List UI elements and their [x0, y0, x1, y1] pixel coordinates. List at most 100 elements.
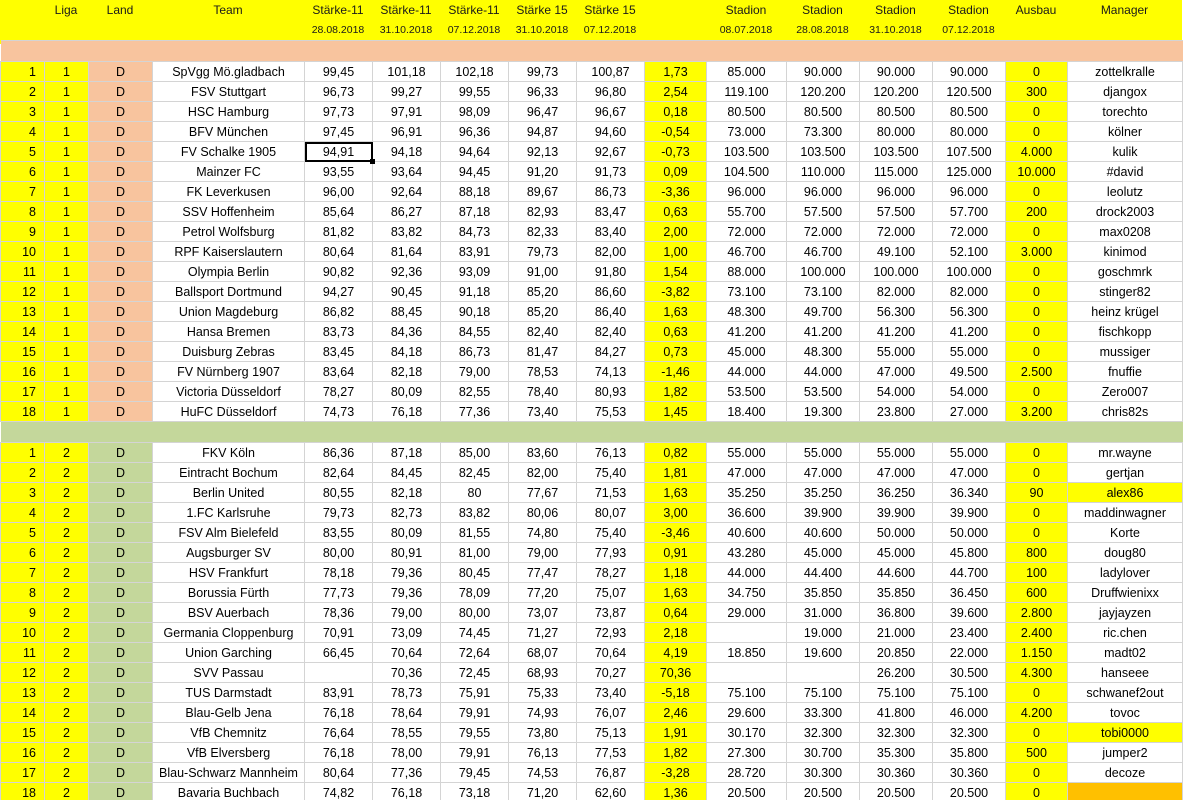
cell-s15a[interactable]: 89,67 [508, 181, 577, 202]
cell-std[interactable]: 35.800 [932, 742, 1006, 763]
cell-ausbau[interactable]: 600 [1005, 582, 1068, 603]
cell-s11b[interactable]: 78,73 [372, 682, 441, 703]
cell-std[interactable]: 72.000 [932, 221, 1006, 242]
cell-liga[interactable]: 1 [44, 401, 89, 422]
cell-stb[interactable]: 55.000 [786, 442, 860, 463]
cell-std[interactable]: 50.000 [932, 522, 1006, 543]
cell-s15b[interactable]: 94,60 [576, 121, 645, 142]
cell-liga[interactable]: 1 [44, 341, 89, 362]
cell-stb[interactable]: 32.300 [786, 722, 860, 743]
cell-liga[interactable]: 1 [44, 361, 89, 382]
cell-rank[interactable]: 2 [0, 81, 45, 102]
cell-s15b[interactable]: 91,73 [576, 161, 645, 182]
cell-s11b[interactable]: 79,36 [372, 562, 441, 583]
cell-land[interactable]: D [88, 61, 153, 82]
cell-sta[interactable]: 29.600 [706, 702, 787, 723]
cell-liga[interactable]: 1 [44, 181, 89, 202]
cell-land[interactable]: D [88, 381, 153, 402]
cell-stb[interactable]: 120.200 [786, 81, 860, 102]
cell-stb[interactable]: 35.850 [786, 582, 860, 603]
cell-s11b[interactable]: 93,64 [372, 161, 441, 182]
cell-stb[interactable]: 41.200 [786, 321, 860, 342]
cell-stb[interactable]: 75.100 [786, 682, 860, 703]
cell-stc[interactable]: 96.000 [859, 181, 933, 202]
cell-s11c[interactable]: 99,55 [440, 81, 509, 102]
cell-liga[interactable]: 1 [44, 281, 89, 302]
cell-sta[interactable]: 75.100 [706, 682, 787, 703]
cell-rank[interactable]: 5 [0, 141, 45, 162]
cell-s15b[interactable]: 86,40 [576, 301, 645, 322]
cell-s11c[interactable]: 84,73 [440, 221, 509, 242]
cell-liga[interactable]: 1 [44, 81, 89, 102]
cell-manager[interactable]: tobi0000 [1067, 722, 1183, 743]
cell-team[interactable]: Union Magdeburg [152, 301, 305, 322]
cell-std[interactable]: 100.000 [932, 261, 1006, 282]
cell-diff[interactable]: -0,54 [644, 121, 707, 142]
cell-s11b[interactable]: 76,18 [372, 782, 441, 800]
cell-s11c[interactable]: 87,18 [440, 201, 509, 222]
cell-s11a[interactable]: 76,64 [304, 722, 373, 743]
cell-s11c[interactable]: 72,45 [440, 662, 509, 683]
cell-ausbau[interactable]: 2.500 [1005, 361, 1068, 382]
cell-s11b[interactable]: 78,55 [372, 722, 441, 743]
cell-ausbau[interactable]: 200 [1005, 201, 1068, 222]
cell-diff[interactable]: -3,82 [644, 281, 707, 302]
cell-s11b[interactable]: 92,64 [372, 181, 441, 202]
cell-stb[interactable]: 19.600 [786, 642, 860, 663]
cell-liga[interactable]: 1 [44, 101, 89, 122]
cell-stb[interactable]: 30.300 [786, 762, 860, 783]
cell-stc[interactable]: 26.200 [859, 662, 933, 683]
cell-std[interactable]: 49.500 [932, 361, 1006, 382]
cell-sta[interactable]: 35.250 [706, 482, 787, 503]
cell-team[interactable]: FK Leverkusen [152, 181, 305, 202]
cell-ausbau[interactable]: 0 [1005, 261, 1068, 282]
cell-manager[interactable]: tovoc [1067, 702, 1183, 723]
cell-team[interactable]: Berlin United [152, 482, 305, 503]
cell-ausbau[interactable]: 0 [1005, 321, 1068, 342]
cell-s15a[interactable]: 77,20 [508, 582, 577, 603]
cell-s11c[interactable]: 81,00 [440, 542, 509, 563]
cell-s11c[interactable]: 79,45 [440, 762, 509, 783]
cell-s15b[interactable]: 91,80 [576, 261, 645, 282]
cell-stb[interactable]: 48.300 [786, 341, 860, 362]
cell-s11b[interactable]: 70,36 [372, 662, 441, 683]
cell-ausbau[interactable]: 0 [1005, 221, 1068, 242]
cell-std[interactable]: 30.500 [932, 662, 1006, 683]
cell-manager[interactable]: chris82s [1067, 401, 1183, 422]
cell-s15a[interactable]: 68,07 [508, 642, 577, 663]
cell-s15a[interactable]: 80,06 [508, 502, 577, 523]
cell-sta[interactable]: 41.200 [706, 321, 787, 342]
cell-s11c[interactable]: 86,73 [440, 341, 509, 362]
cell-liga[interactable]: 2 [44, 542, 89, 563]
cell-s15a[interactable]: 77,47 [508, 562, 577, 583]
cell-stc[interactable]: 20.850 [859, 642, 933, 663]
cell-s11a[interactable]: 86,82 [304, 301, 373, 322]
cell-team[interactable]: Blau-Schwarz Mannheim [152, 762, 305, 783]
cell-land[interactable]: D [88, 742, 153, 763]
cell-stc[interactable]: 49.100 [859, 241, 933, 262]
cell-stc[interactable]: 56.300 [859, 301, 933, 322]
cell-land[interactable]: D [88, 261, 153, 282]
cell-s11a[interactable]: 78,18 [304, 562, 373, 583]
cell-s11c[interactable]: 73,18 [440, 782, 509, 800]
cell-sta[interactable]: 30.170 [706, 722, 787, 743]
cell-s11c[interactable]: 79,91 [440, 702, 509, 723]
cell-land[interactable]: D [88, 602, 153, 623]
cell-stb[interactable]: 90.000 [786, 61, 860, 82]
cell-stc[interactable]: 75.100 [859, 682, 933, 703]
cell-s11b[interactable]: 76,18 [372, 401, 441, 422]
cell-s11a[interactable]: 80,55 [304, 482, 373, 503]
cell-s11a[interactable]: 78,36 [304, 602, 373, 623]
cell-rank[interactable]: 16 [0, 742, 45, 763]
cell-std[interactable]: 52.100 [932, 241, 1006, 262]
cell-diff[interactable]: 1,36 [644, 782, 707, 800]
cell-ausbau[interactable]: 90 [1005, 482, 1068, 503]
cell-diff[interactable]: 0,91 [644, 542, 707, 563]
cell-stc[interactable]: 21.000 [859, 622, 933, 643]
cell-sta[interactable]: 80.500 [706, 101, 787, 122]
cell-land[interactable]: D [88, 722, 153, 743]
cell-stc[interactable]: 44.600 [859, 562, 933, 583]
cell-stc[interactable]: 41.200 [859, 321, 933, 342]
cell-rank[interactable]: 1 [0, 61, 45, 82]
cell-std[interactable]: 44.700 [932, 562, 1006, 583]
